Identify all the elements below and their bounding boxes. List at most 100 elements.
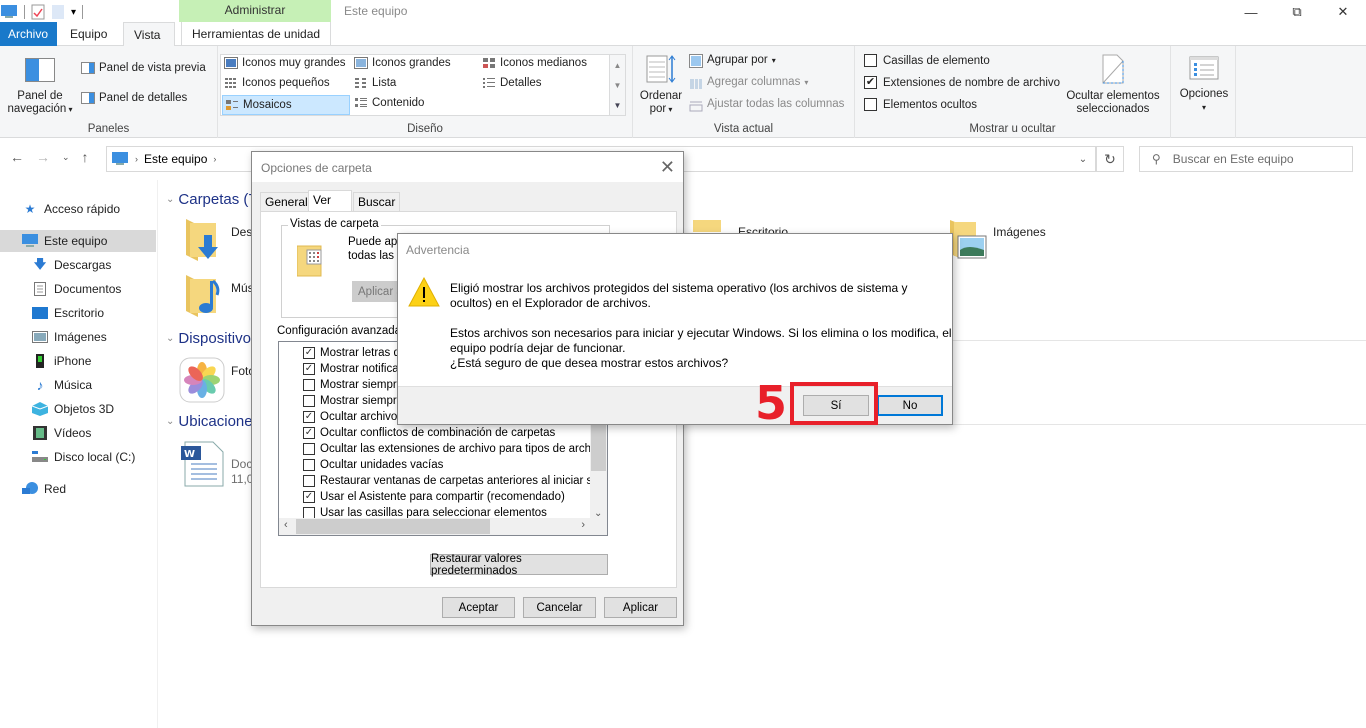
- checkbox-checked[interactable]: ✓: [303, 411, 315, 423]
- advanced-setting-item[interactable]: Mostrar siempre r: [303, 393, 410, 409]
- scrollbar-thumb[interactable]: [591, 422, 606, 471]
- close-icon[interactable]: ✕: [660, 157, 675, 178]
- advanced-setting-item[interactable]: Ocultar las extensiones de archivo para …: [303, 441, 607, 457]
- checkbox[interactable]: [303, 395, 315, 407]
- layout-details[interactable]: Detalles: [482, 77, 542, 89]
- nav-item-este-equipo[interactable]: Este equipo: [0, 230, 156, 252]
- group-by-button[interactable]: Agrupar por ▾: [689, 54, 776, 68]
- layout-list[interactable]: Lista: [354, 77, 396, 89]
- tab-buscar[interactable]: Buscar: [353, 192, 401, 211]
- checkbox-checked[interactable]: ✓: [303, 363, 315, 375]
- checkbox[interactable]: [303, 459, 315, 471]
- advanced-setting-item[interactable]: ✓ Mostrar notificac: [303, 361, 404, 377]
- close-button[interactable]: ✕: [1320, 0, 1366, 24]
- tile-imagenes[interactable]: [948, 220, 988, 260]
- checkbox[interactable]: [303, 443, 315, 455]
- section-header-ubicaciones[interactable]: ⌄ Ubicacione: [166, 413, 253, 430]
- recent-locations-button[interactable]: ⌄: [62, 152, 70, 163]
- checkbox[interactable]: [864, 98, 877, 111]
- nav-item-descargas[interactable]: 🡇 Descargas: [32, 254, 112, 276]
- properties-icon[interactable]: [31, 4, 45, 20]
- no-button[interactable]: No: [877, 395, 943, 416]
- scroll-up-icon[interactable]: ▲: [614, 61, 622, 70]
- tile-documento[interactable]: W: [179, 440, 225, 488]
- layout-small-icons[interactable]: Iconos pequeños: [224, 77, 330, 89]
- advanced-setting-item[interactable]: Ocultar unidades vacías: [303, 457, 443, 473]
- checkbox-checked[interactable]: ✓: [303, 427, 315, 439]
- advanced-setting-item[interactable]: Restaurar ventanas de carpetas anteriore…: [303, 473, 607, 489]
- item-checkboxes-toggle[interactable]: Casillas de elemento: [864, 54, 990, 67]
- nav-item-objetos-3d[interactable]: Objetos 3D: [32, 398, 114, 420]
- scrollbar-thumb[interactable]: [296, 519, 490, 534]
- checkbox-checked[interactable]: ✓: [303, 347, 315, 359]
- refresh-button[interactable]: ↻: [1096, 146, 1124, 172]
- scroll-left-icon[interactable]: ‹: [284, 519, 288, 531]
- tile-fotos[interactable]: [179, 357, 225, 403]
- nav-item-videos[interactable]: Vídeos: [32, 422, 91, 444]
- layout-medium-icons[interactable]: Iconos medianos: [482, 57, 587, 69]
- advanced-setting-item[interactable]: ✓ Ocultar conflictos de combinación de ca…: [303, 425, 555, 441]
- advanced-setting-item[interactable]: ✓ Mostrar letras de: [303, 345, 406, 361]
- apply-button[interactable]: Aplicar: [604, 597, 677, 618]
- nav-item-red[interactable]: Red: [22, 478, 66, 500]
- nav-item-iphone[interactable]: iPhone: [32, 350, 91, 372]
- fit-columns-button[interactable]: Ajustar todas las columnas: [689, 98, 844, 112]
- address-dropdown-button[interactable]: ⌄: [1070, 146, 1096, 172]
- nav-item-disco-local[interactable]: Disco local (C:): [32, 446, 135, 468]
- breadcrumb-separator-icon[interactable]: ›: [213, 154, 216, 164]
- layout-gallery-scroll[interactable]: ▲ ▼ ▼: [610, 54, 626, 116]
- nav-item-documentos[interactable]: Documentos: [32, 278, 121, 300]
- restore-defaults-button[interactable]: Restaurar valores predeterminados: [430, 553, 608, 577]
- advanced-setting-item[interactable]: Mostrar siempre i: [303, 377, 409, 393]
- nav-item-imagenes[interactable]: Imágenes: [32, 326, 107, 348]
- layout-tiles[interactable]: Mosaicos: [222, 95, 350, 115]
- layout-extra-large-icons[interactable]: Iconos muy grandes: [224, 57, 346, 69]
- layout-large-icons[interactable]: Iconos grandes: [354, 57, 451, 69]
- new-folder-icon[interactable]: [51, 4, 65, 20]
- ok-button[interactable]: Aceptar: [442, 597, 515, 618]
- horizontal-scrollbar[interactable]: ‹ ›: [279, 518, 607, 535]
- gallery-expand-icon[interactable]: ▼: [614, 101, 622, 110]
- section-header-carpetas[interactable]: ⌄ Carpetas (7: [166, 191, 257, 208]
- breadcrumb-separator-icon[interactable]: ›: [135, 154, 138, 164]
- advanced-setting-item[interactable]: ✓ Ocultar archivos: [303, 409, 403, 425]
- breadcrumb-este-equipo[interactable]: Este equipo: [144, 152, 207, 166]
- back-button[interactable]: ←: [10, 149, 24, 165]
- scroll-right-icon[interactable]: ›: [581, 519, 585, 531]
- customize-qat-icon[interactable]: ▾: [71, 7, 76, 18]
- options-button[interactable]: Opciones ▾: [1175, 56, 1233, 114]
- cancel-button[interactable]: Cancelar: [523, 597, 596, 618]
- minimize-button[interactable]: —: [1228, 0, 1274, 24]
- search-input[interactable]: ⚲ Buscar en Este equipo: [1139, 146, 1353, 172]
- tab-ver[interactable]: Ver: [308, 190, 352, 212]
- tile-escritorio-icon[interactable]: [693, 220, 721, 232]
- hide-selected-button[interactable]: Ocultar elementos seleccionados: [1063, 54, 1163, 116]
- tab-general[interactable]: General: [260, 192, 313, 211]
- scroll-down-icon[interactable]: ▼: [614, 81, 622, 90]
- checkbox[interactable]: [303, 475, 315, 487]
- nav-item-escritorio[interactable]: Escritorio: [32, 302, 104, 324]
- advanced-setting-item[interactable]: ✓ Usar el Asistente para compartir (recom…: [303, 489, 565, 505]
- forward-button[interactable]: →: [36, 149, 50, 165]
- add-columns-button[interactable]: Agregar columnas ▾: [689, 76, 808, 89]
- up-button[interactable]: ↑: [82, 149, 89, 165]
- sort-by-button[interactable]: Ordenar por ▾: [639, 54, 683, 116]
- checkbox[interactable]: [303, 379, 315, 391]
- preview-pane-button[interactable]: Panel de vista previa: [81, 62, 206, 74]
- checkbox-checked[interactable]: ✔: [864, 76, 877, 89]
- nav-item-musica[interactable]: ♪ Música: [32, 374, 93, 396]
- hidden-items-toggle[interactable]: Elementos ocultos: [864, 98, 977, 111]
- file-extensions-toggle[interactable]: ✔ Extensiones de nombre de archivo: [864, 76, 1060, 89]
- section-header-dispositivos[interactable]: ⌄ Dispositivo: [166, 330, 251, 347]
- checkbox-checked[interactable]: ✓: [303, 491, 315, 503]
- tile-descargas[interactable]: [184, 219, 222, 261]
- layout-content[interactable]: Contenido: [354, 97, 424, 109]
- restore-button[interactable]: ⧉: [1274, 0, 1320, 24]
- navigation-pane-button[interactable]: Panel de navegación ▾: [6, 58, 74, 116]
- tab-equipo[interactable]: Equipo: [60, 22, 117, 46]
- checkbox[interactable]: [864, 54, 877, 67]
- tab-herramientas-de-unidad[interactable]: Herramientas de unidad: [181, 22, 332, 46]
- tab-archivo[interactable]: Archivo: [0, 22, 57, 46]
- nav-item-acceso-rapido[interactable]: ★ Acceso rápido: [22, 198, 120, 220]
- tile-musica[interactable]: [184, 275, 222, 317]
